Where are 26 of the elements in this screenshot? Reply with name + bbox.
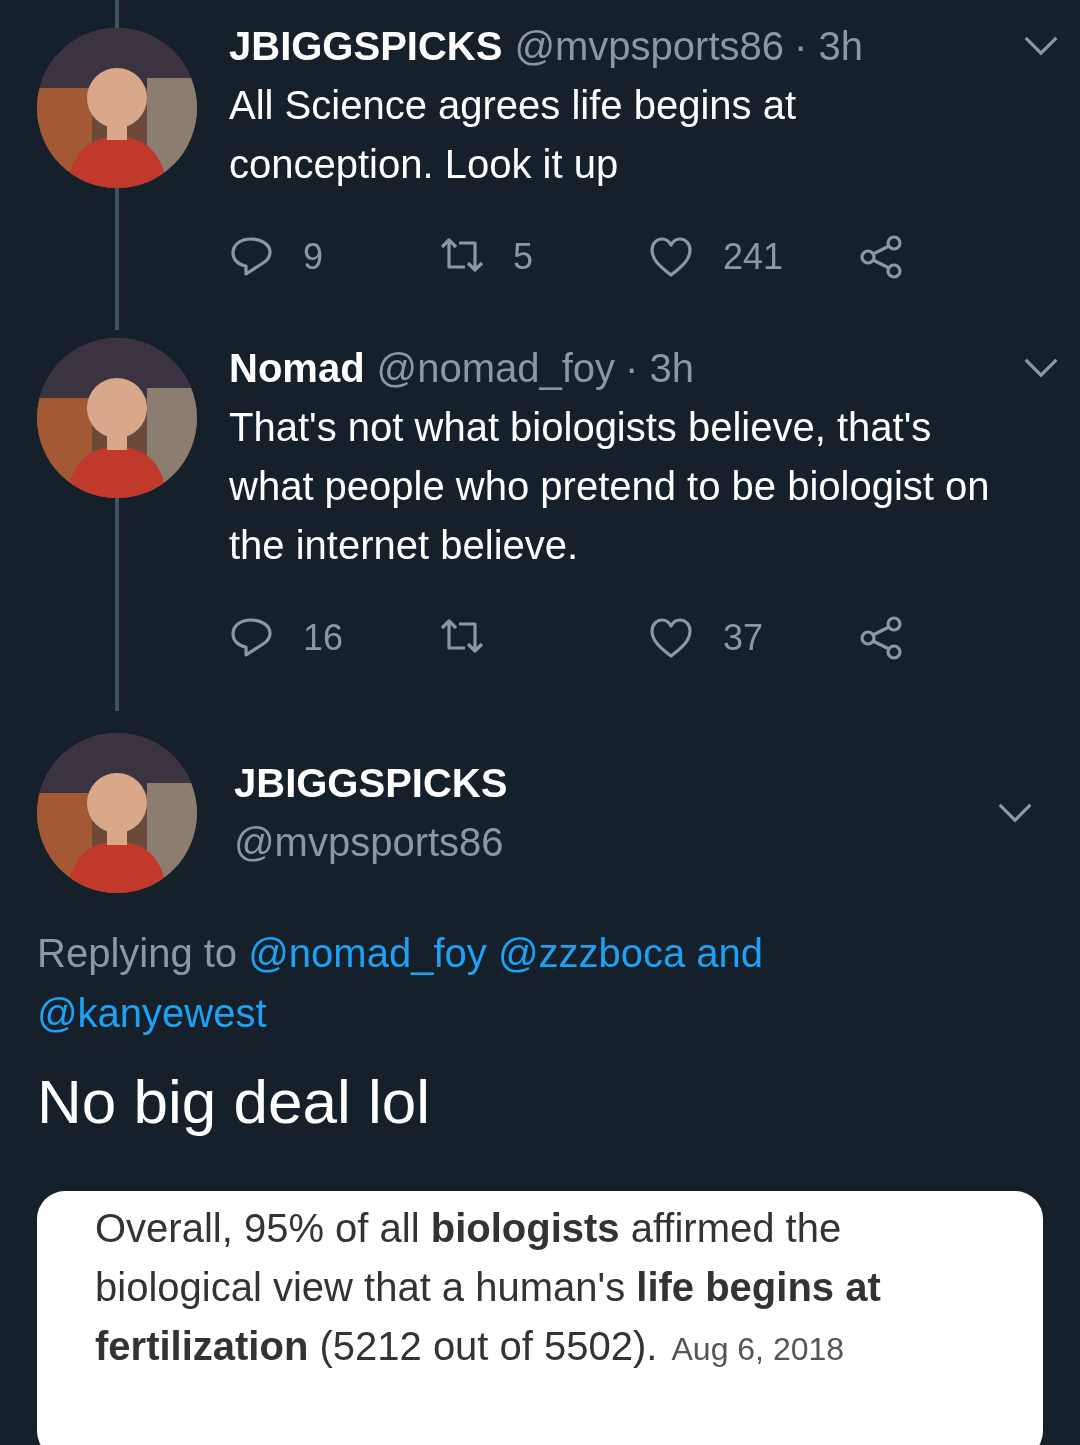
reply-count: 9 <box>303 236 324 278</box>
mention-link[interactable]: @zzzboca and <box>497 931 764 975</box>
like-count: 241 <box>723 236 784 278</box>
replying-label: Replying to <box>37 931 238 975</box>
heart-icon[interactable] <box>649 616 695 660</box>
chevron-down-icon[interactable] <box>997 802 1033 824</box>
user-handle[interactable]: @mvpsports86 <box>514 16 784 76</box>
mention-link[interactable]: @kanyewest <box>37 991 267 1035</box>
tweet-text: That's not what biologists believe, that's what people who pretend to be biologist on the internet believe. <box>229 404 991 569</box>
mention-link[interactable]: @nomad_foy <box>248 931 487 975</box>
user-handle[interactable]: @nomad_foy <box>376 338 616 398</box>
chevron-down-icon[interactable] <box>1023 357 1059 379</box>
timestamp: · 3h <box>794 23 863 70</box>
like-count: 37 <box>723 617 764 659</box>
user-name[interactable]: Nomad <box>229 338 365 398</box>
user-name[interactable]: JBIGGSPICKS <box>234 761 960 806</box>
timestamp: · 3h <box>625 345 695 392</box>
user-name[interactable]: JBIGGSPICKS <box>229 16 503 76</box>
heart-icon[interactable] <box>649 235 695 279</box>
quote-text: Overall, 95% of all biologists affirmed the biological view that a human's life begins at fertilization (5212 out of 5502). Aug 6, 2018 <box>95 1205 882 1370</box>
reply-count: 16 <box>303 617 344 659</box>
tweet-text: No big deal lol <box>37 1066 431 1138</box>
retweet-count: 5 <box>513 236 534 278</box>
tweet-text: All Science agrees life begins at conception. Look it up <box>229 82 797 188</box>
chevron-down-icon[interactable] <box>1023 35 1059 57</box>
user-handle[interactable]: @mvpsports86 <box>234 820 960 865</box>
